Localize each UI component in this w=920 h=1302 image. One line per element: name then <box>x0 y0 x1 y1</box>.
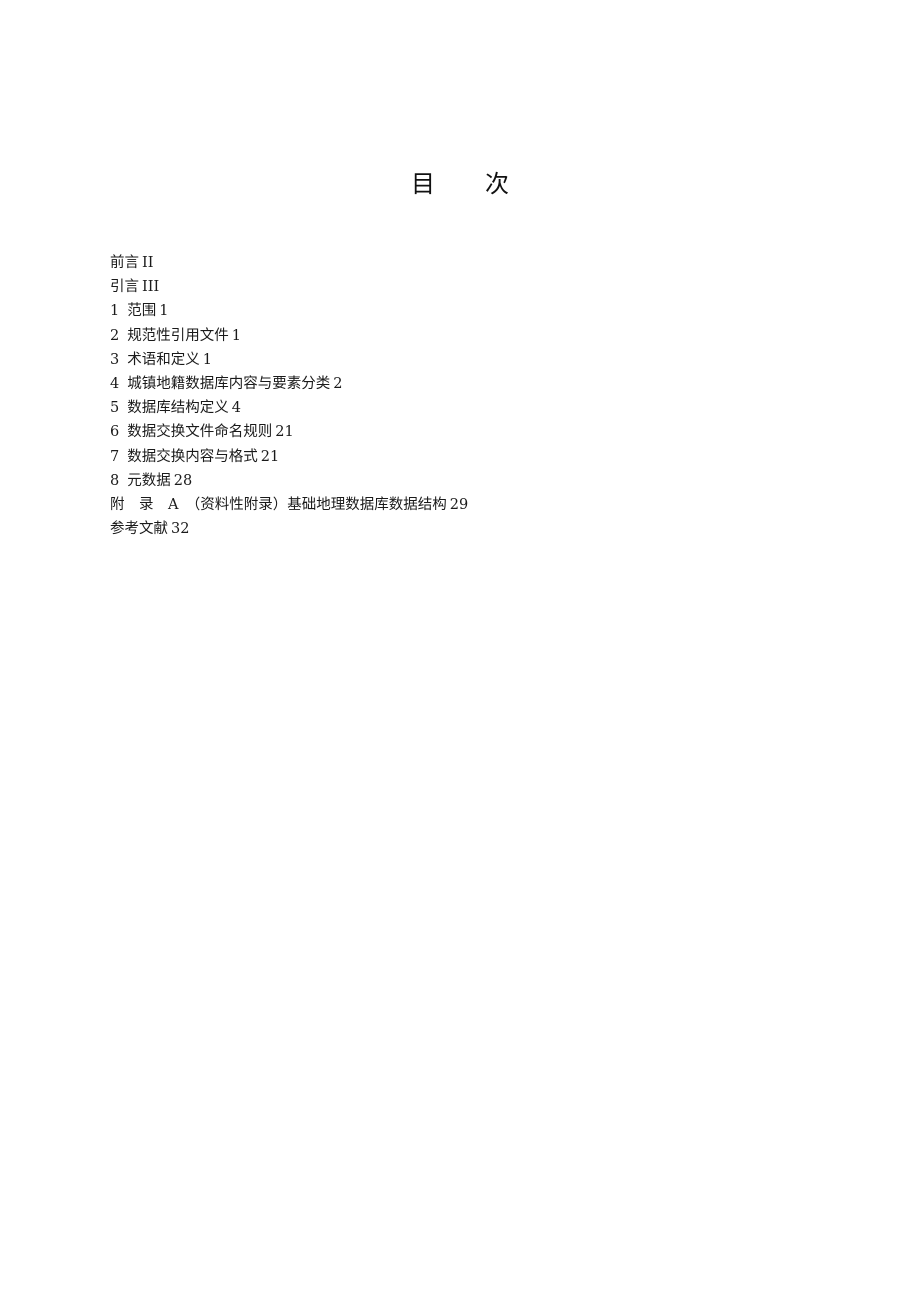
toc-entry-label: 城镇地籍数据库内容与要素分类 <box>127 375 331 392</box>
toc-entry-number: 4 <box>110 375 120 392</box>
toc-entry-label: 元数据 <box>127 472 171 489</box>
toc-entry-label: 参考文献 <box>110 521 168 538</box>
toc-entry-number: 6 <box>110 424 120 441</box>
toc-entry-page: 1 <box>231 327 241 344</box>
toc-entry-introduction[interactable]: 引言 III <box>110 275 468 299</box>
toc-entry-terms-definitions[interactable]: 3 术语和定义 1 <box>110 348 468 372</box>
document-page: 目次 前言 II 引言 III 1 范围 1 2 规范性引用文件 1 3 术语和定义 1 4 城镇… <box>0 0 920 1302</box>
toc-entry-page: 32 <box>171 521 190 538</box>
toc-entry-page: 29 <box>449 496 469 513</box>
toc-title-char-2: 次 <box>485 170 509 198</box>
toc-entry-page: II <box>142 255 154 271</box>
toc-entry-page: 28 <box>173 472 193 489</box>
toc-entry-file-naming[interactable]: 6 数据交换文件命名规则 21 <box>110 420 468 444</box>
toc-entry-label: 附 录 A （资料性附录）基础地理数据库数据结构 <box>110 496 447 513</box>
toc-entry-page: 21 <box>275 424 294 441</box>
toc-entry-page: III <box>142 279 160 296</box>
toc-entry-number: 7 <box>110 448 120 465</box>
toc-entry-foreword[interactable]: 前言 II <box>110 251 468 275</box>
toc-entry-number: 3 <box>110 351 120 368</box>
toc-entry-exchange-format[interactable]: 7 数据交换内容与格式 21 <box>110 445 468 469</box>
toc-entry-label: 引言 <box>110 279 139 296</box>
toc-entry-number: 5 <box>110 400 120 417</box>
toc-entry-label: 前言 <box>110 255 139 271</box>
toc-entry-scope[interactable]: 1 范围 1 <box>110 299 468 323</box>
toc-entry-normative-references[interactable]: 2 规范性引用文件 1 <box>110 324 468 348</box>
toc-entry-number: 8 <box>110 472 120 489</box>
toc-title-char-1: 目 <box>411 170 435 198</box>
toc-entry-page: 1 <box>159 303 169 320</box>
toc-entry-page: 21 <box>260 448 280 465</box>
toc-entry-number: 2 <box>110 327 120 344</box>
toc-entry-bibliography[interactable]: 参考文献 32 <box>110 517 468 541</box>
toc-entry-database-content[interactable]: 4 城镇地籍数据库内容与要素分类 2 <box>110 372 468 396</box>
toc-entry-page: 1 <box>202 351 212 368</box>
toc-entry-page: 2 <box>333 375 343 392</box>
toc-entry-label: 数据库结构定义 <box>127 400 229 417</box>
toc-entry-metadata[interactable]: 8 元数据 28 <box>110 469 468 493</box>
toc-list: 前言 II 引言 III 1 范围 1 2 规范性引用文件 1 3 术语和定义 1 4 城镇地籍数… <box>110 251 468 541</box>
toc-entry-database-structure[interactable]: 5 数据库结构定义 4 <box>110 396 468 420</box>
toc-entry-page: 4 <box>231 400 241 417</box>
toc-entry-number: 1 <box>110 303 120 320</box>
toc-entry-label: 规范性引用文件 <box>127 327 229 344</box>
toc-entry-appendix-a[interactable]: 附 录 A （资料性附录）基础地理数据库数据结构 29 <box>110 493 468 517</box>
toc-entry-label: 数据交换内容与格式 <box>127 448 258 465</box>
toc-entry-label: 范围 <box>127 303 157 320</box>
toc-title: 目次 <box>0 168 920 200</box>
toc-entry-label: 数据交换文件命名规则 <box>127 424 273 441</box>
toc-entry-label: 术语和定义 <box>127 351 200 368</box>
